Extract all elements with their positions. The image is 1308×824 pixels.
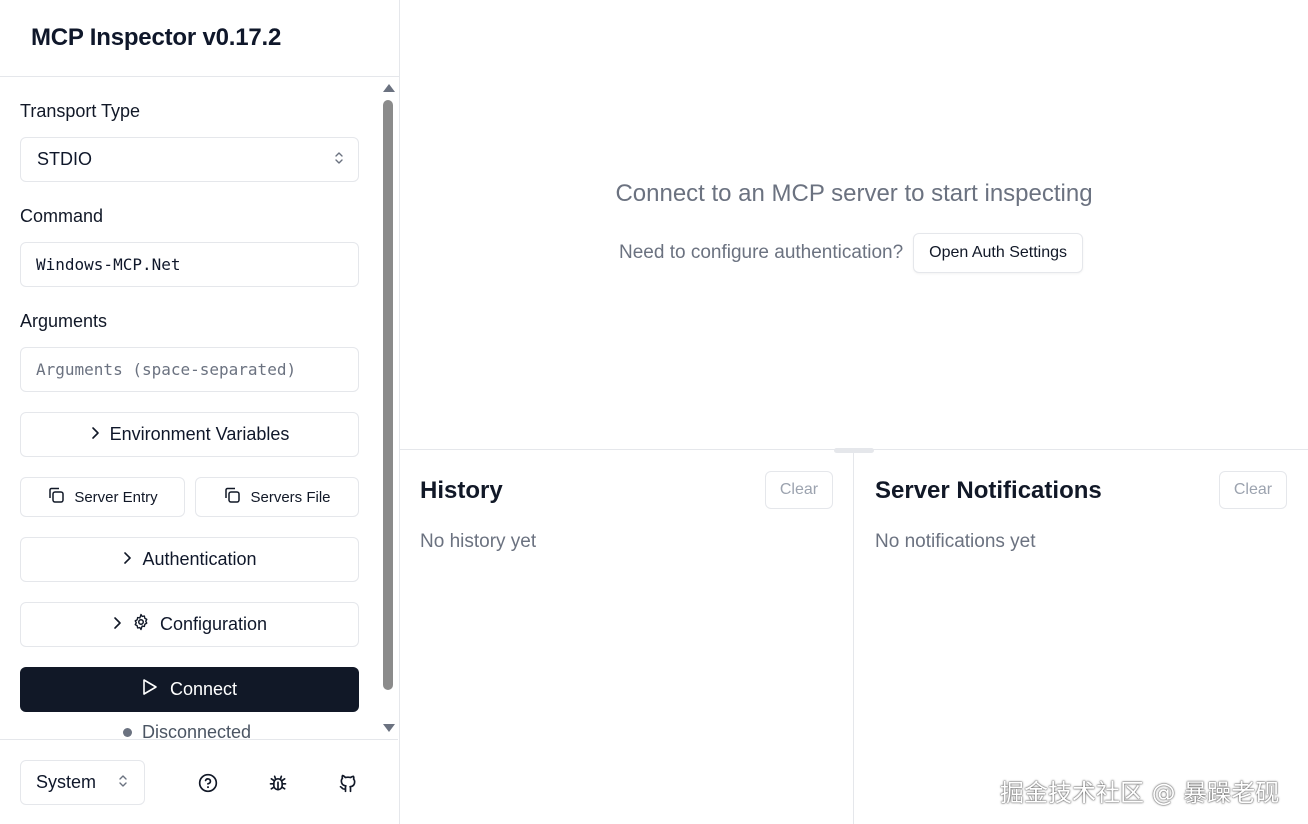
environment-variables-button[interactable]: Environment Variables	[20, 412, 359, 457]
sidebar: MCP Inspector v0.17.2 Transport Type STD…	[0, 0, 400, 824]
theme-value: System	[36, 772, 97, 792]
notifications-title: Server Notifications	[875, 477, 1102, 504]
connect-prompt-area: Connect to an MCP server to start inspec…	[400, 0, 1308, 450]
history-pane: History Clear No history yet	[400, 451, 854, 824]
notifications-clear-button[interactable]: Clear	[1219, 471, 1287, 509]
configuration-button[interactable]: Configuration	[20, 602, 359, 647]
theme-select[interactable]: System	[20, 760, 145, 805]
command-input[interactable]: Windows-MCP.Net	[20, 242, 359, 287]
connection-status: Disconnected	[123, 722, 251, 739]
copy-icon	[47, 486, 65, 508]
github-icon[interactable]	[337, 772, 359, 794]
history-empty-text: No history yet	[420, 531, 537, 552]
sidebar-body: Transport Type STDIO Command Windows-MCP…	[0, 77, 398, 739]
scroll-up-arrow-icon[interactable]	[383, 84, 395, 92]
command-label: Command	[20, 206, 104, 226]
status-text: Disconnected	[142, 722, 252, 739]
sidebar-scrollbar[interactable]	[381, 80, 395, 736]
gear-icon	[132, 613, 150, 636]
help-icon[interactable]	[197, 772, 219, 794]
notifications-empty-text: No notifications yet	[875, 531, 1036, 552]
transport-type-select[interactable]: STDIO	[20, 137, 359, 182]
open-auth-settings-button[interactable]: Open Auth Settings	[913, 233, 1084, 273]
server-entry-label: Server Entry	[74, 488, 158, 506]
connect-button[interactable]: Connect	[20, 667, 359, 712]
history-clear-button[interactable]: Clear	[765, 471, 833, 509]
server-entry-button[interactable]: Server Entry	[20, 477, 185, 517]
environment-variables-label: Environment Variables	[109, 424, 290, 444]
auth-prompt: Need to configure authentication?	[619, 242, 904, 263]
chevron-up-down-icon	[334, 149, 344, 170]
status-dot	[123, 728, 132, 737]
notifications-pane: Server Notifications Clear No notificati…	[855, 451, 1308, 824]
bug-icon[interactable]	[267, 772, 289, 794]
copy-icon	[223, 486, 241, 508]
arguments-label: Arguments	[20, 311, 108, 331]
chevron-right-icon	[122, 549, 132, 570]
chevron-up-down-icon	[118, 772, 128, 793]
transport-type-label: Transport Type	[20, 101, 141, 121]
watermark: 掘金技术社区 @ 暴躁老砚	[1000, 779, 1280, 807]
connect-message: Connect to an MCP server to start inspec…	[615, 180, 1093, 207]
chevron-right-icon	[112, 614, 122, 635]
authentication-button[interactable]: Authentication	[20, 537, 359, 582]
scroll-down-arrow-icon[interactable]	[383, 724, 395, 732]
history-title: History	[420, 477, 503, 504]
main-panel: Connect to an MCP server to start inspec…	[400, 0, 1308, 824]
arguments-input[interactable]	[21, 348, 358, 391]
sidebar-header: MCP Inspector v0.17.2	[0, 0, 399, 77]
connect-label: Connect	[169, 679, 238, 699]
servers-file-label: Servers File	[250, 488, 331, 506]
authentication-label: Authentication	[142, 549, 257, 569]
arguments-field	[20, 347, 359, 392]
scroll-thumb[interactable]	[383, 100, 393, 690]
auth-row: Need to configure authentication? Open A…	[619, 233, 1084, 273]
app-title: MCP Inspector v0.17.2	[31, 24, 282, 51]
sidebar-footer: System	[0, 739, 398, 824]
transport-type-value: STDIO	[37, 149, 93, 169]
play-icon	[142, 678, 158, 701]
configuration-label: Configuration	[159, 614, 268, 634]
chevron-right-icon	[90, 424, 100, 445]
servers-file-button[interactable]: Servers File	[195, 477, 359, 517]
